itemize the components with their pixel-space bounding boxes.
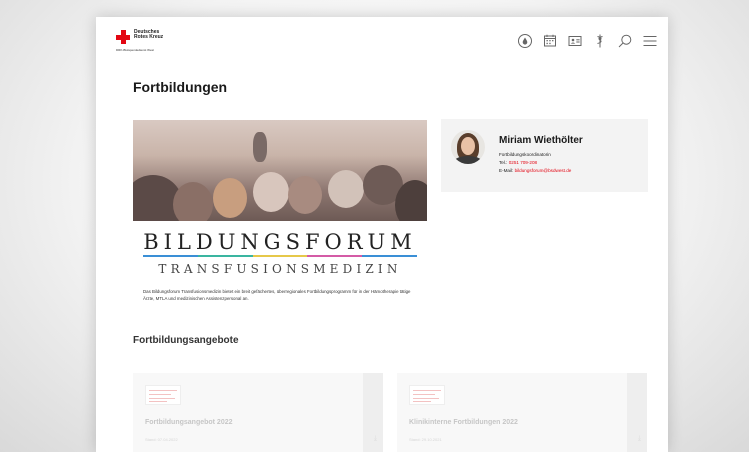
offer-card-date: Stand: 29.10.2021 xyxy=(409,437,442,442)
contact-name: Miriam Wiethölter xyxy=(499,135,583,146)
stripe-5 xyxy=(362,255,417,257)
red-cross-icon xyxy=(116,30,130,44)
logo-name: Deutsches Rotes Kreuz xyxy=(134,29,164,40)
stripe-3 xyxy=(252,255,308,257)
brand-line-2: TRANSFUSIONSMEDIZIN xyxy=(158,262,402,276)
stripe-1 xyxy=(143,255,198,257)
blood-drop-icon[interactable] xyxy=(517,33,533,49)
document-thumbnail xyxy=(145,385,181,405)
offer-card-title: Klinikinterne Fortbildungen 2022 xyxy=(409,419,518,426)
offer-card-date: Stand: 07.04.2022 xyxy=(145,437,178,442)
drk-logo[interactable]: Deutsches Rotes Kreuz DRK-Blutspendedien… xyxy=(116,30,176,54)
phone-label: Tel.: xyxy=(499,160,509,165)
bildungsforum-hero: BILDUNGSFORUM TRANSFUSIONSMEDIZIN Das Bi… xyxy=(133,120,427,315)
contact-phone: Tel.: 0251 709-208 xyxy=(499,160,537,165)
calendar-icon[interactable] xyxy=(542,33,558,49)
contact-role: Fortbildungskoordinatorin xyxy=(499,152,551,157)
hero-description: Das Bildungsforum Transfusionsmedizin bi… xyxy=(143,289,411,301)
offer-card-2[interactable]: Klinikinterne Fortbildungen 2022 Stand: … xyxy=(397,373,647,452)
header-icon-bar xyxy=(517,33,658,49)
stripe-4 xyxy=(307,255,363,257)
seminar-photo xyxy=(133,120,427,221)
page-container: Deutsches Rotes Kreuz DRK-Blutspendedien… xyxy=(96,17,668,452)
download-icon[interactable]: ⤓ xyxy=(638,435,641,443)
search-icon[interactable] xyxy=(617,33,633,49)
download-icon[interactable]: ⤓ xyxy=(374,435,377,443)
avatar xyxy=(451,130,485,164)
brand-stripes xyxy=(143,255,417,257)
brand-line-1: BILDUNGSFORUM xyxy=(143,230,417,254)
offer-card-1[interactable]: Fortbildungsangebot 2022 Stand: 07.04.20… xyxy=(133,373,383,452)
id-card-icon[interactable] xyxy=(567,33,583,49)
contact-email: E-Mail: bildungsforum@bsdwest.de xyxy=(499,168,571,173)
menu-icon[interactable] xyxy=(642,33,658,49)
section-title-offers: Fortbildungsangebote xyxy=(133,335,239,346)
email-label: E-Mail: xyxy=(499,168,515,173)
contact-card: Miriam Wiethölter Fortbildungskoordinato… xyxy=(441,119,648,192)
stripe-2 xyxy=(197,255,253,257)
page-title: Fortbildungen xyxy=(133,79,228,95)
logo-subline: DRK-Blutspendedienst West xyxy=(116,48,154,52)
caduceus-icon[interactable] xyxy=(592,33,608,49)
offer-card-title: Fortbildungsangebot 2022 xyxy=(145,419,233,426)
email-link[interactable]: bildungsforum@bsdwest.de xyxy=(515,168,572,173)
phone-link[interactable]: 0251 709-208 xyxy=(509,160,537,165)
document-thumbnail xyxy=(409,385,445,405)
